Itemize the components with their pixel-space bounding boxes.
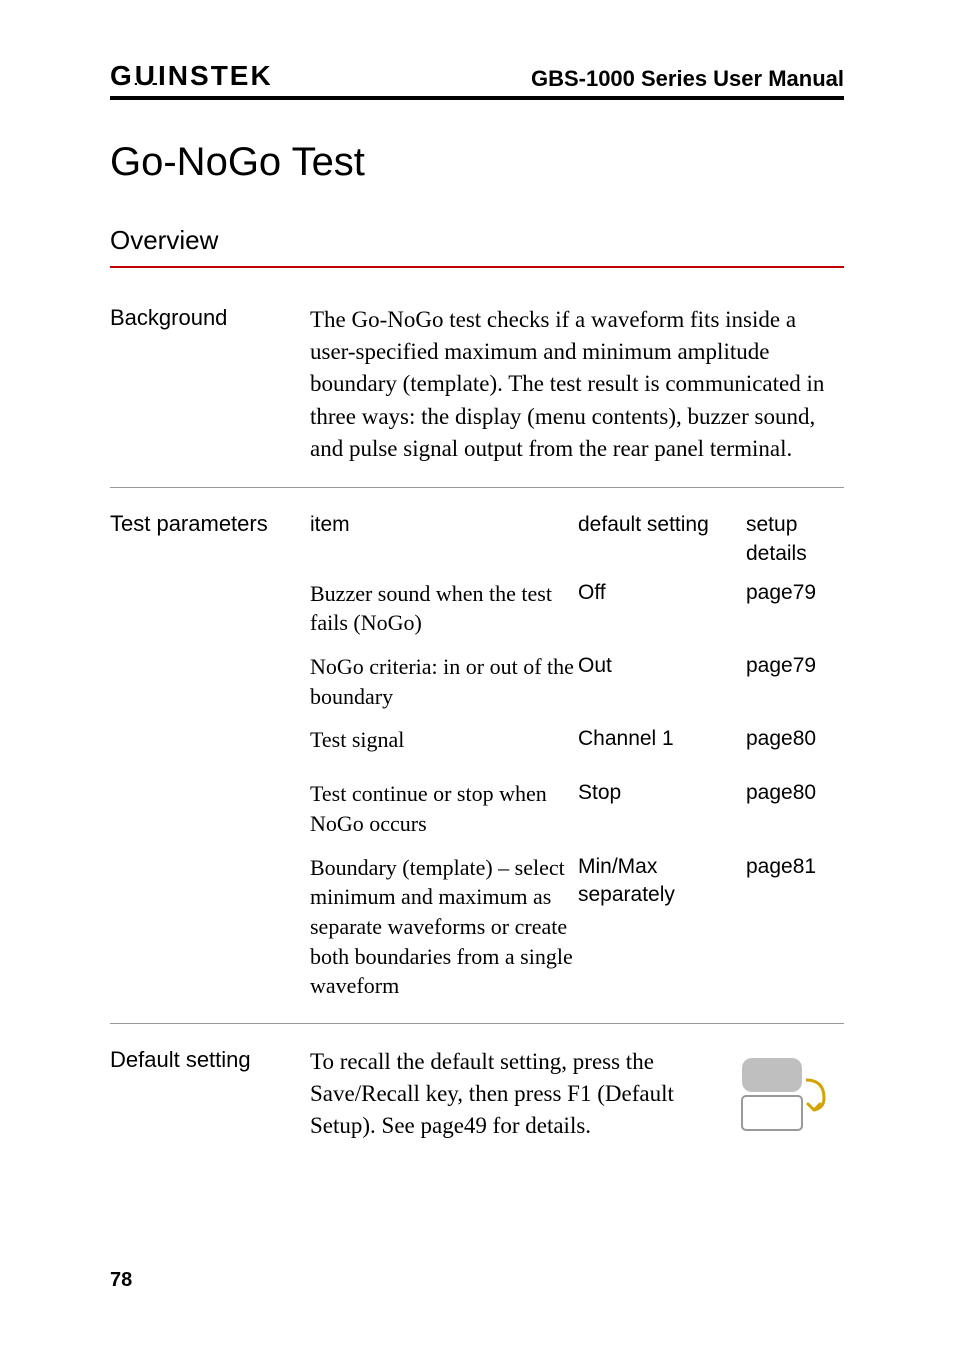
test-params-label: Test parameters [110, 510, 310, 537]
cell-details: page80 [746, 725, 844, 755]
table-row: Boundary (template) – select minimum and… [310, 853, 844, 1001]
table-row: NoGo criteria: in or out of the boundary… [310, 652, 844, 711]
table-row: Test signal Channel 1 page80 [310, 725, 844, 755]
overview-rule [110, 266, 844, 268]
cell-details: page79 [746, 579, 844, 638]
table-head: item default setting setup details [310, 510, 844, 569]
test-params-row: Test parameters item default setting set… [110, 510, 844, 1001]
test-params-table: item default setting setup details Buzze… [310, 510, 844, 1001]
head-item: item [310, 510, 578, 569]
default-setting-row: Default setting To recall the default se… [110, 1046, 844, 1143]
cell-details: page81 [746, 853, 844, 1001]
cell-default: Stop [578, 779, 746, 838]
cell-default: Out [578, 652, 746, 711]
cell-default: Off [578, 579, 746, 638]
cell-default: Min/Max separately [578, 853, 746, 1001]
cell-item: Boundary (template) – select minimum and… [310, 853, 578, 1001]
default-setting-text: To recall the default setting, press the… [310, 1046, 724, 1143]
table-row: Buzzer sound when the test fails (NoGo) … [310, 579, 844, 638]
cell-item: Test continue or stop when NoGo occurs [310, 779, 578, 838]
divider [110, 1023, 844, 1024]
background-text: The Go-NoGo test checks if a waveform fi… [310, 304, 844, 465]
cell-item: Test signal [310, 725, 578, 755]
header-rule [110, 96, 844, 100]
head-details: setup details [746, 510, 844, 569]
divider [110, 487, 844, 488]
background-label: Background [110, 304, 310, 331]
cell-details: page79 [746, 652, 844, 711]
section-title: Go-NoGo Test [110, 140, 844, 185]
brand-logo: GUINSTEK [110, 60, 273, 92]
manual-title: GBS-1000 Series User Manual [531, 66, 844, 92]
cell-details: page80 [746, 779, 844, 838]
cell-item: NoGo criteria: in or out of the boundary [310, 652, 578, 711]
overview-heading: Overview [110, 225, 844, 256]
cell-default: Channel 1 [578, 725, 746, 755]
background-row: Background The Go-NoGo test checks if a … [110, 304, 844, 465]
save-recall-key-icon [724, 1046, 844, 1138]
head-default: default setting [578, 510, 746, 569]
cell-item: Buzzer sound when the test fails (NoGo) [310, 579, 578, 638]
page-number: 78 [110, 1269, 132, 1292]
page-header: GUINSTEK GBS-1000 Series User Manual [110, 60, 844, 92]
default-setting-label: Default setting [110, 1046, 310, 1073]
table-row: Test continue or stop when NoGo occurs S… [310, 779, 844, 838]
